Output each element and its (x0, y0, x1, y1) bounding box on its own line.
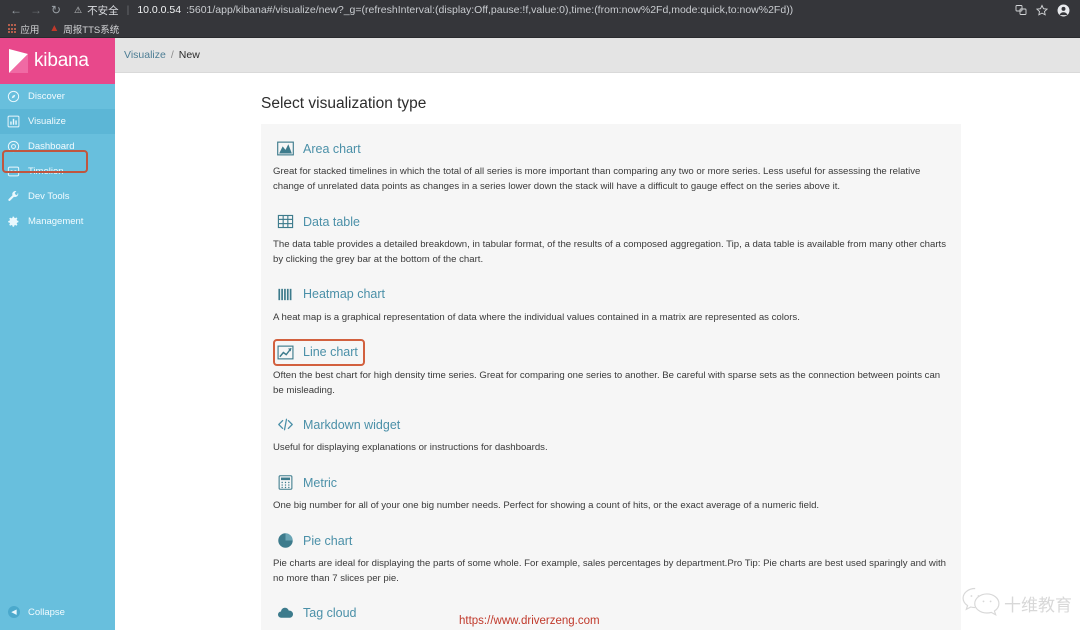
vis-type-line-chart: Line chart Often the best chart for high… (273, 335, 949, 399)
security-label: 不安全 (87, 4, 119, 17)
page-title: Select visualization type (261, 95, 427, 113)
dashboard-gauge-icon (7, 140, 20, 153)
vis-type-heatmap-chart: Heatmap chart A heat map is a graphical … (273, 277, 949, 326)
vis-type-name: Data table (303, 214, 360, 229)
sidebar-item-label: Visualize (28, 116, 66, 127)
address-bar[interactable]: ⚠ 不安全 | 10.0.0.54 :5601/app/kibana#/visua… (74, 3, 1015, 18)
breadcrumb: Visualize / New (115, 38, 1080, 74)
wechat-icon (961, 585, 1001, 622)
vis-type-link[interactable]: Line chart (273, 338, 365, 366)
sidebar: kibana Discover Visualize Dashboard Time… (0, 38, 115, 630)
wechat-watermark-text: 十维教育 (1004, 596, 1072, 616)
vis-type-name: Heatmap chart (303, 287, 385, 302)
vis-type-name: Markdown widget (303, 417, 401, 432)
tts-logo-icon: ▲ (49, 22, 60, 34)
vis-type-link[interactable]: Pie chart (273, 527, 359, 554)
vis-type-link[interactable]: Data table (273, 208, 367, 235)
vis-type-link[interactable]: Markdown widget (273, 411, 407, 438)
sidebar-item-label: Dev Tools (28, 191, 70, 202)
breadcrumb-separator: / (170, 49, 174, 62)
sidebar-item-discover[interactable]: Discover (0, 84, 115, 109)
kibana-logo[interactable]: kibana (0, 38, 115, 84)
url-path: :5601/app/kibana#/visualize/new?_g=(refr… (186, 4, 794, 16)
vis-type-name: Line chart (303, 345, 358, 360)
vis-type-name: Pie chart (303, 533, 353, 548)
kibana-wordmark: kibana (34, 50, 89, 71)
vis-type-link[interactable]: Tag cloud (273, 600, 364, 627)
sidebar-item-label: Dashboard (28, 141, 75, 152)
profile-avatar-icon[interactable] (1057, 4, 1070, 17)
area-chart-icon (277, 140, 294, 157)
vis-type-data-table: Data table The data table provides a det… (273, 204, 949, 268)
bar-chart-icon (7, 115, 20, 128)
chrome-actions (1015, 4, 1074, 17)
pie-chart-icon (277, 532, 294, 549)
vis-type-description: A heat map is a graphical representation… (273, 311, 800, 323)
visualization-wizard: Select visualization type Area chart Gre… (115, 73, 1080, 630)
sidebar-item-label: Discover (28, 91, 65, 102)
vis-type-pie-chart: Pie chart Pie charts are ideal for displ… (273, 523, 949, 587)
vis-type-description: Pie charts are ideal for displaying the … (273, 558, 946, 584)
heatmap-icon (277, 286, 294, 303)
forward-arrow-icon[interactable]: → (26, 1, 46, 19)
translate-icon[interactable] (1015, 4, 1027, 16)
apps-grid-icon (8, 24, 17, 33)
table-icon (277, 213, 294, 230)
bookmark-tts[interactable]: ▲ 周报TTS系统 (49, 22, 119, 36)
vis-type-area-chart: Area chart Great for stacked timelines i… (273, 131, 949, 195)
vis-type-name: Tag cloud (303, 606, 357, 621)
vis-type-description: One big number for all of your one big n… (273, 500, 820, 512)
sidebar-item-dashboard[interactable]: Dashboard (0, 134, 115, 159)
vis-type-metric: Metric One big number for all of your on… (273, 465, 949, 514)
code-brackets-icon (277, 416, 294, 433)
vis-type-markdown-widget: Markdown widget Useful for displaying ex… (273, 407, 949, 456)
reload-icon[interactable]: ↻ (46, 1, 66, 19)
vis-type-description: Often the best chart for high density ti… (273, 369, 941, 396)
vis-type-description: The data table provides a detailed break… (273, 239, 947, 265)
breadcrumb-visualize[interactable]: Visualize (124, 49, 166, 61)
sidebar-item-timelion[interactable]: Timelion (0, 159, 115, 184)
sidebar-item-label: Timelion (28, 166, 64, 177)
browser-toolbar: ← → ↻ ⚠ 不安全 | 10.0.0.54 :5601/app/kibana#… (0, 0, 1080, 20)
bookmark-apps[interactable]: 应用 (8, 22, 39, 36)
visualization-type-list: Area chart Great for stacked timelines i… (261, 124, 961, 630)
bookmarks-bar: 应用 ▲ 周报TTS系统 (0, 20, 1080, 38)
compass-icon (7, 90, 20, 103)
vis-type-link[interactable]: Metric (273, 469, 344, 496)
vis-type-description: Great for stacked timelines in which the… (273, 166, 921, 193)
timelion-icon (7, 165, 20, 178)
kibana-mark-icon (8, 48, 30, 74)
bookmark-star-icon[interactable] (1036, 4, 1048, 16)
back-arrow-icon[interactable]: ← (6, 1, 26, 19)
omnibox-divider: | (126, 4, 130, 16)
vis-type-link[interactable]: Heatmap chart (273, 281, 392, 308)
wrench-icon (7, 190, 20, 203)
sidebar-item-dev-tools[interactable]: Dev Tools (0, 184, 115, 209)
url-host: 10.0.0.54 (137, 4, 182, 16)
warning-triangle-icon: ⚠ (74, 4, 83, 15)
vis-type-link[interactable]: Area chart (273, 135, 368, 162)
collapse-label: Collapse (28, 606, 65, 618)
vis-type-tag-cloud: Tag cloud (273, 596, 949, 627)
line-chart-icon (277, 344, 294, 361)
vis-type-name: Metric (303, 475, 338, 490)
metric-icon (277, 474, 294, 491)
sidebar-item-label: Management (28, 216, 84, 227)
sidebar-item-visualize[interactable]: Visualize (0, 109, 115, 134)
gear-icon (7, 215, 20, 228)
bookmark-apps-label: 应用 (20, 24, 40, 36)
chevron-left-circle-icon: ◀ (8, 606, 20, 618)
wechat-watermark: 十维教育 (961, 585, 1072, 622)
tag-cloud-icon (277, 605, 294, 622)
vis-type-name: Area chart (303, 141, 361, 156)
sidebar-collapse-button[interactable]: ◀ Collapse (0, 602, 115, 622)
breadcrumb-current: New (178, 49, 200, 62)
content-area: Visualize / New Select visualization typ… (115, 38, 1080, 630)
sidebar-item-management[interactable]: Management (0, 209, 115, 234)
app-frame: kibana Discover Visualize Dashboard Time… (0, 38, 1080, 630)
bookmark-tts-label: 周报TTS系统 (63, 24, 120, 36)
vis-type-description: Useful for displaying explanations or in… (273, 442, 548, 454)
